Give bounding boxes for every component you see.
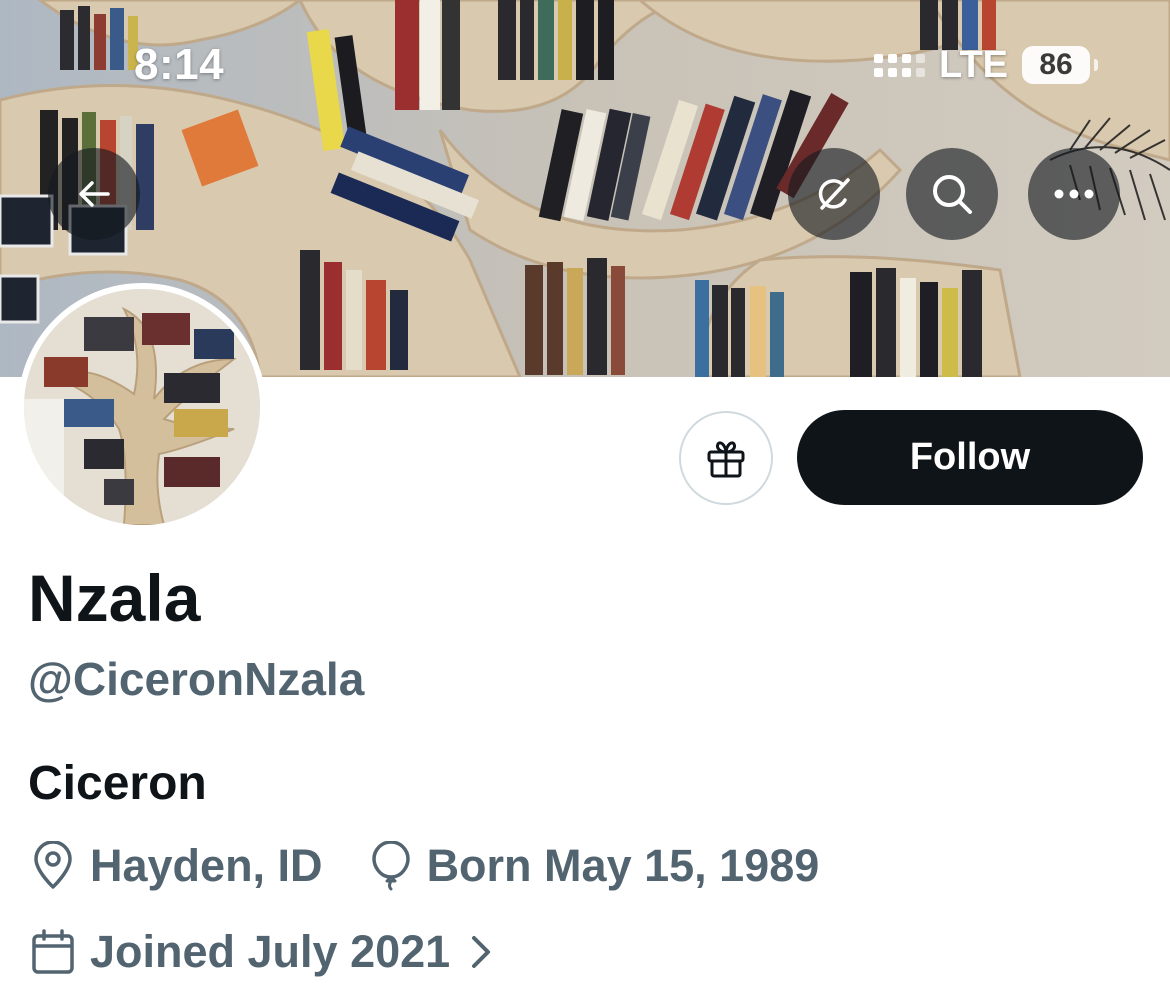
cellular-signal-icon (874, 53, 926, 77)
birthday-text: Born May 15, 1989 (426, 840, 820, 891)
join-date: Joined July 2021 (30, 926, 450, 978)
status-time: 8:14 (134, 40, 225, 89)
grok-icon (818, 178, 850, 210)
profile-meta-row: Hayden, ID Born May 15, 1989 (30, 840, 819, 892)
network-type: LTE (939, 43, 1008, 86)
balloon-icon (371, 841, 410, 891)
join-date-text: Joined July 2021 (90, 926, 451, 977)
search-icon (933, 175, 972, 214)
more-button[interactable] (1028, 148, 1120, 240)
gift-icon (707, 441, 745, 478)
back-arrow-icon (79, 181, 110, 207)
more-icon (1054, 189, 1094, 199)
location: Hayden, ID (30, 840, 323, 892)
follow-button[interactable]: Follow (797, 410, 1143, 505)
profile-joined-row[interactable]: Joined July 2021 (30, 926, 492, 978)
birthday: Born May 15, 1989 (369, 840, 820, 892)
battery-level: 86 (1039, 48, 1073, 81)
back-button[interactable] (48, 148, 140, 240)
user-handle: @CiceronNzala (28, 653, 365, 705)
status-indicators: LTE 86 (874, 43, 1098, 86)
avatar-bookshelf-image (24, 289, 260, 525)
location-text: Hayden, ID (90, 840, 323, 891)
display-name: Nzala (28, 561, 201, 635)
bio: Ciceron (28, 757, 207, 810)
gift-button[interactable] (679, 411, 773, 505)
avatar[interactable] (18, 283, 266, 531)
search-button[interactable] (906, 148, 998, 240)
calendar-icon (32, 929, 74, 974)
battery-icon: 86 (1022, 46, 1098, 84)
chevron-right-icon[interactable] (470, 934, 492, 970)
grok-button[interactable] (788, 148, 880, 240)
location-pin-icon (34, 841, 72, 889)
